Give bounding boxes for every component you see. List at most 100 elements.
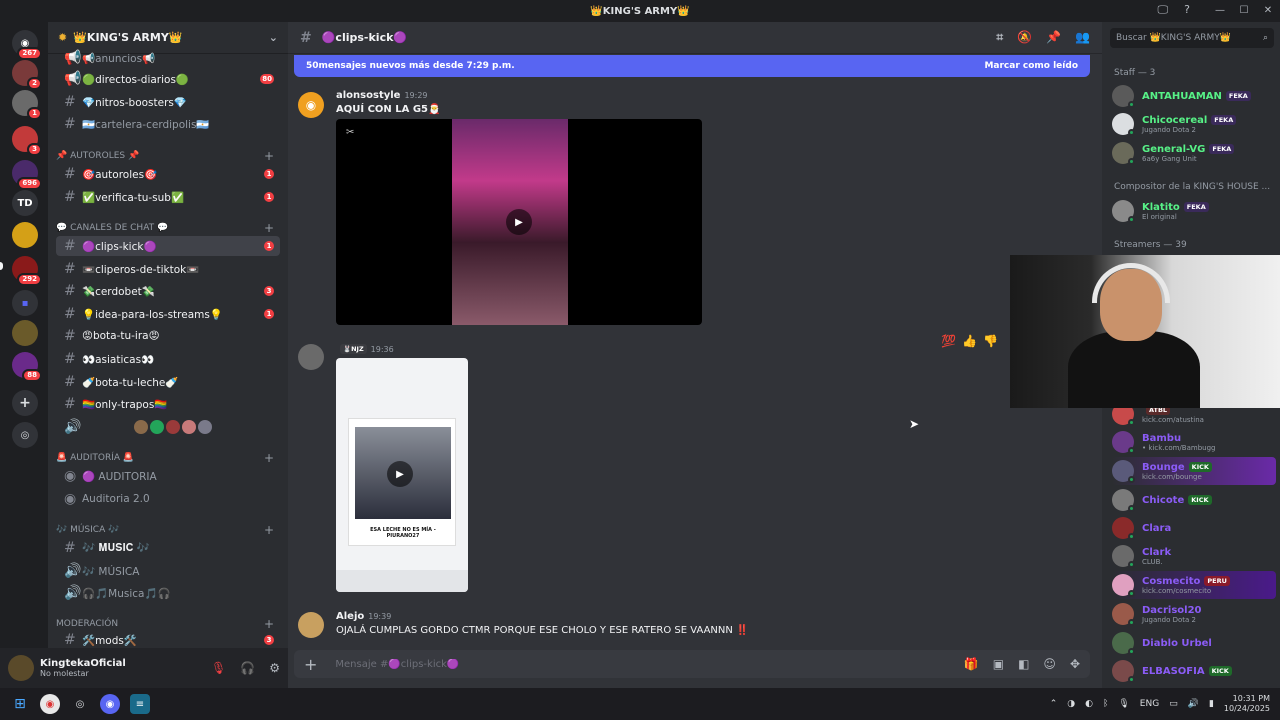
emoji-icon[interactable]: ☺ [1043,657,1056,671]
add-channel-icon[interactable]: + [264,221,274,235]
message-author[interactable]: Alejo 19:39 [336,611,391,622]
add-channel-icon[interactable]: + [264,451,274,465]
gif-icon[interactable]: ▣ [993,657,1004,671]
server-icon[interactable] [12,320,38,346]
add-server-icon[interactable]: + [12,390,38,416]
play-icon[interactable]: ▶ [506,209,532,235]
thumbs-up-icon[interactable]: 👍 [962,334,977,348]
maximize-button[interactable]: ☐ [1232,0,1256,22]
channel-music[interactable]: # 🎶 𝐌𝐔𝐒𝐈𝐂 🎶 [56,538,280,558]
search-input[interactable]: Buscar 👑KING'S ARMY👑 ⌕ [1110,28,1274,48]
inbox-icon[interactable]: 🖵 [1158,3,1169,17]
channel-autoroles[interactable]: # 🎯autoroles🎯 1 [56,164,280,184]
server-td[interactable]: TD [12,190,38,216]
voice-channel-musica-2[interactable]: 🔊 🎧🎵Musica🎵🎧 [56,583,280,603]
category-moderacion[interactable]: MODERACIÓN + [56,616,280,632]
add-channel-icon[interactable]: + [264,617,274,631]
discord-home-icon[interactable]: ◉ 267 [12,30,42,60]
channel-asiaticas[interactable]: # 👀asiaticas👀 [56,349,280,369]
member-item[interactable]: Bambu • kick.com/Bambugg [1112,428,1276,456]
channel-cliperos-de-tiktok[interactable]: # 📼cliperos-de-tiktok📼 [56,259,280,279]
member-item[interactable]: Klatito FEKA El original [1112,197,1276,225]
member-item[interactable]: Dacrisol20 Jugando Dota 2 [1112,600,1276,628]
new-messages-bar[interactable]: 50mensajes nuevos más desde 7:29 p.m. Ma… [294,55,1090,77]
play-icon[interactable]: ▶ [387,461,413,487]
minimize-button[interactable]: — [1208,0,1232,22]
language-indicator[interactable]: ENG [1140,699,1159,709]
mark-as-read-button[interactable]: Marcar como leído [984,61,1078,71]
gear-icon[interactable]: ⚙ [269,661,280,675]
server-icon[interactable]: 2 [12,60,42,90]
voice-channel-musica[interactable]: 🔊 🎶 MÚSICA [56,561,280,581]
channel-nitros-boosters[interactable]: # 💎nitros-boosters💎 [56,92,280,112]
chrome-icon[interactable]: ◉ [40,694,60,714]
windows-start-icon[interactable]: ⊞ [10,694,30,714]
tray-app-icon[interactable]: ◑ [1067,699,1075,709]
thumbs-down-icon[interactable]: 👎 [983,334,998,348]
deafen-icon[interactable]: 🎧 [240,661,255,675]
server-icon[interactable] [12,222,38,248]
category-auditoria[interactable]: 🚨 AUDITORÍA 🚨 + [56,450,280,466]
clock[interactable]: 10:31 PM 10/24/2025 [1224,694,1270,714]
member-item[interactable]: Chicote KICK [1112,486,1276,514]
channel-only-trapos[interactable]: # 🏳️‍🌈only-trapos🏳️‍🌈 [56,394,280,414]
category-canales-de-chat[interactable]: 💬 CANALES DE CHAT 💬 + [56,220,280,236]
stage-channel-auditoria[interactable]: ◉ 🟣 AUDITORIA [56,466,280,486]
member-item[interactable]: Chicocereal FEKA Jugando Dota 2 [1112,110,1276,138]
battery-icon[interactable]: ▮ [1209,699,1214,709]
message-author[interactable]: alonsostyle 19:29 [336,90,428,101]
threads-icon[interactable]: ⌗ [996,30,1003,45]
add-attachment-icon[interactable]: + [304,655,317,674]
avatar[interactable] [298,344,324,370]
channel-bota-tu-leche[interactable]: # 🍼bota-tu-leche🍼 [56,372,280,392]
member-item[interactable]: Diablo Urbel [1112,629,1276,657]
avatar[interactable] [298,612,324,638]
member-item[interactable]: Cosmecito PERU kick.com/cosmecito [1112,571,1276,599]
mic-icon[interactable]: 🎙 [1118,699,1129,709]
category-musica[interactable]: 🎶 MÚSICA 🎶 + [56,522,280,538]
discord-icon[interactable]: ◉ [100,694,120,714]
pin-icon[interactable]: 📌 [1046,30,1061,45]
folder-icon[interactable]: ▪ [12,290,38,316]
channel-clips-kick[interactable]: # 🟣clips-kick🟣 1 [56,236,280,256]
channel-verifica-tu-sub[interactable]: # ✅verifica-tu-sub✅ 1 [56,187,280,207]
channel-idea-para-los-streams[interactable]: # 💡idea-para-los-streams💡 1 [56,304,280,324]
member-item[interactable]: Clara [1112,514,1276,542]
close-button[interactable]: ✕ [1256,0,1280,22]
stage-channel-auditoria-2[interactable]: ◉ Auditoria 2.0 [56,489,280,509]
sticker-icon[interactable]: ◧ [1018,657,1029,671]
add-channel-icon[interactable]: + [264,149,274,163]
member-item[interactable]: General-VG FEKA 6a6y Gang Unit [1112,139,1276,167]
avatar[interactable]: ◉ [298,92,324,118]
obs-icon[interactable]: ◎ [70,694,90,714]
server-kings-army[interactable]: 292 [12,256,42,286]
react-icon[interactable]: 💯 [941,334,956,348]
tray-expand-icon[interactable]: ⌃ [1050,699,1058,709]
apps-icon[interactable]: ✥ [1070,657,1080,671]
member-list-icon[interactable]: 👥 [1075,30,1090,45]
video-embed[interactable]: ✂ ▶ [336,119,702,325]
gift-icon[interactable]: 🎁 [964,657,979,671]
channel-anuncios[interactable]: 📢 📢anuncios📢 [56,48,280,68]
volume-icon[interactable]: 🔊 [1188,699,1199,709]
network-icon[interactable]: ▭ [1169,699,1178,709]
channel-directos-diarios[interactable]: 📢 🟢directos-diarios🟢 80 [56,69,280,89]
message-input[interactable] [335,658,896,670]
bluetooth-icon[interactable]: ᛒ [1103,699,1108,709]
server-icon[interactable]: 3 [12,126,42,156]
tray-app-icon[interactable]: ◐ [1085,699,1093,709]
channel-mods[interactable]: # 🛠️mods🛠️ 3 [56,632,280,648]
avatar[interactable] [8,655,34,681]
notepad-icon[interactable]: ≡ [130,694,150,714]
server-icon[interactable]: 696 [12,160,42,190]
server-icon[interactable]: 1 [12,90,42,120]
channel-bota-tu-ira[interactable]: # 😡bota-tu-ira😡 [56,326,280,346]
member-item[interactable]: Clark CLUB. [1112,542,1276,570]
channel-cartelera[interactable]: # 🇦🇷cartelera-cerdipolis🇦🇷 [56,114,280,134]
help-icon[interactable]: ? [1184,3,1190,17]
add-channel-icon[interactable]: + [264,523,274,537]
image-embed[interactable]: ▶ ESA LECHE NO ES MÍA - PIURANO27 [336,358,468,592]
server-icon[interactable]: 88 [12,352,42,382]
mic-muted-icon[interactable]: 🎙 [211,661,226,675]
message-author[interactable]: 🐰NJZ 19:36 [336,344,394,355]
